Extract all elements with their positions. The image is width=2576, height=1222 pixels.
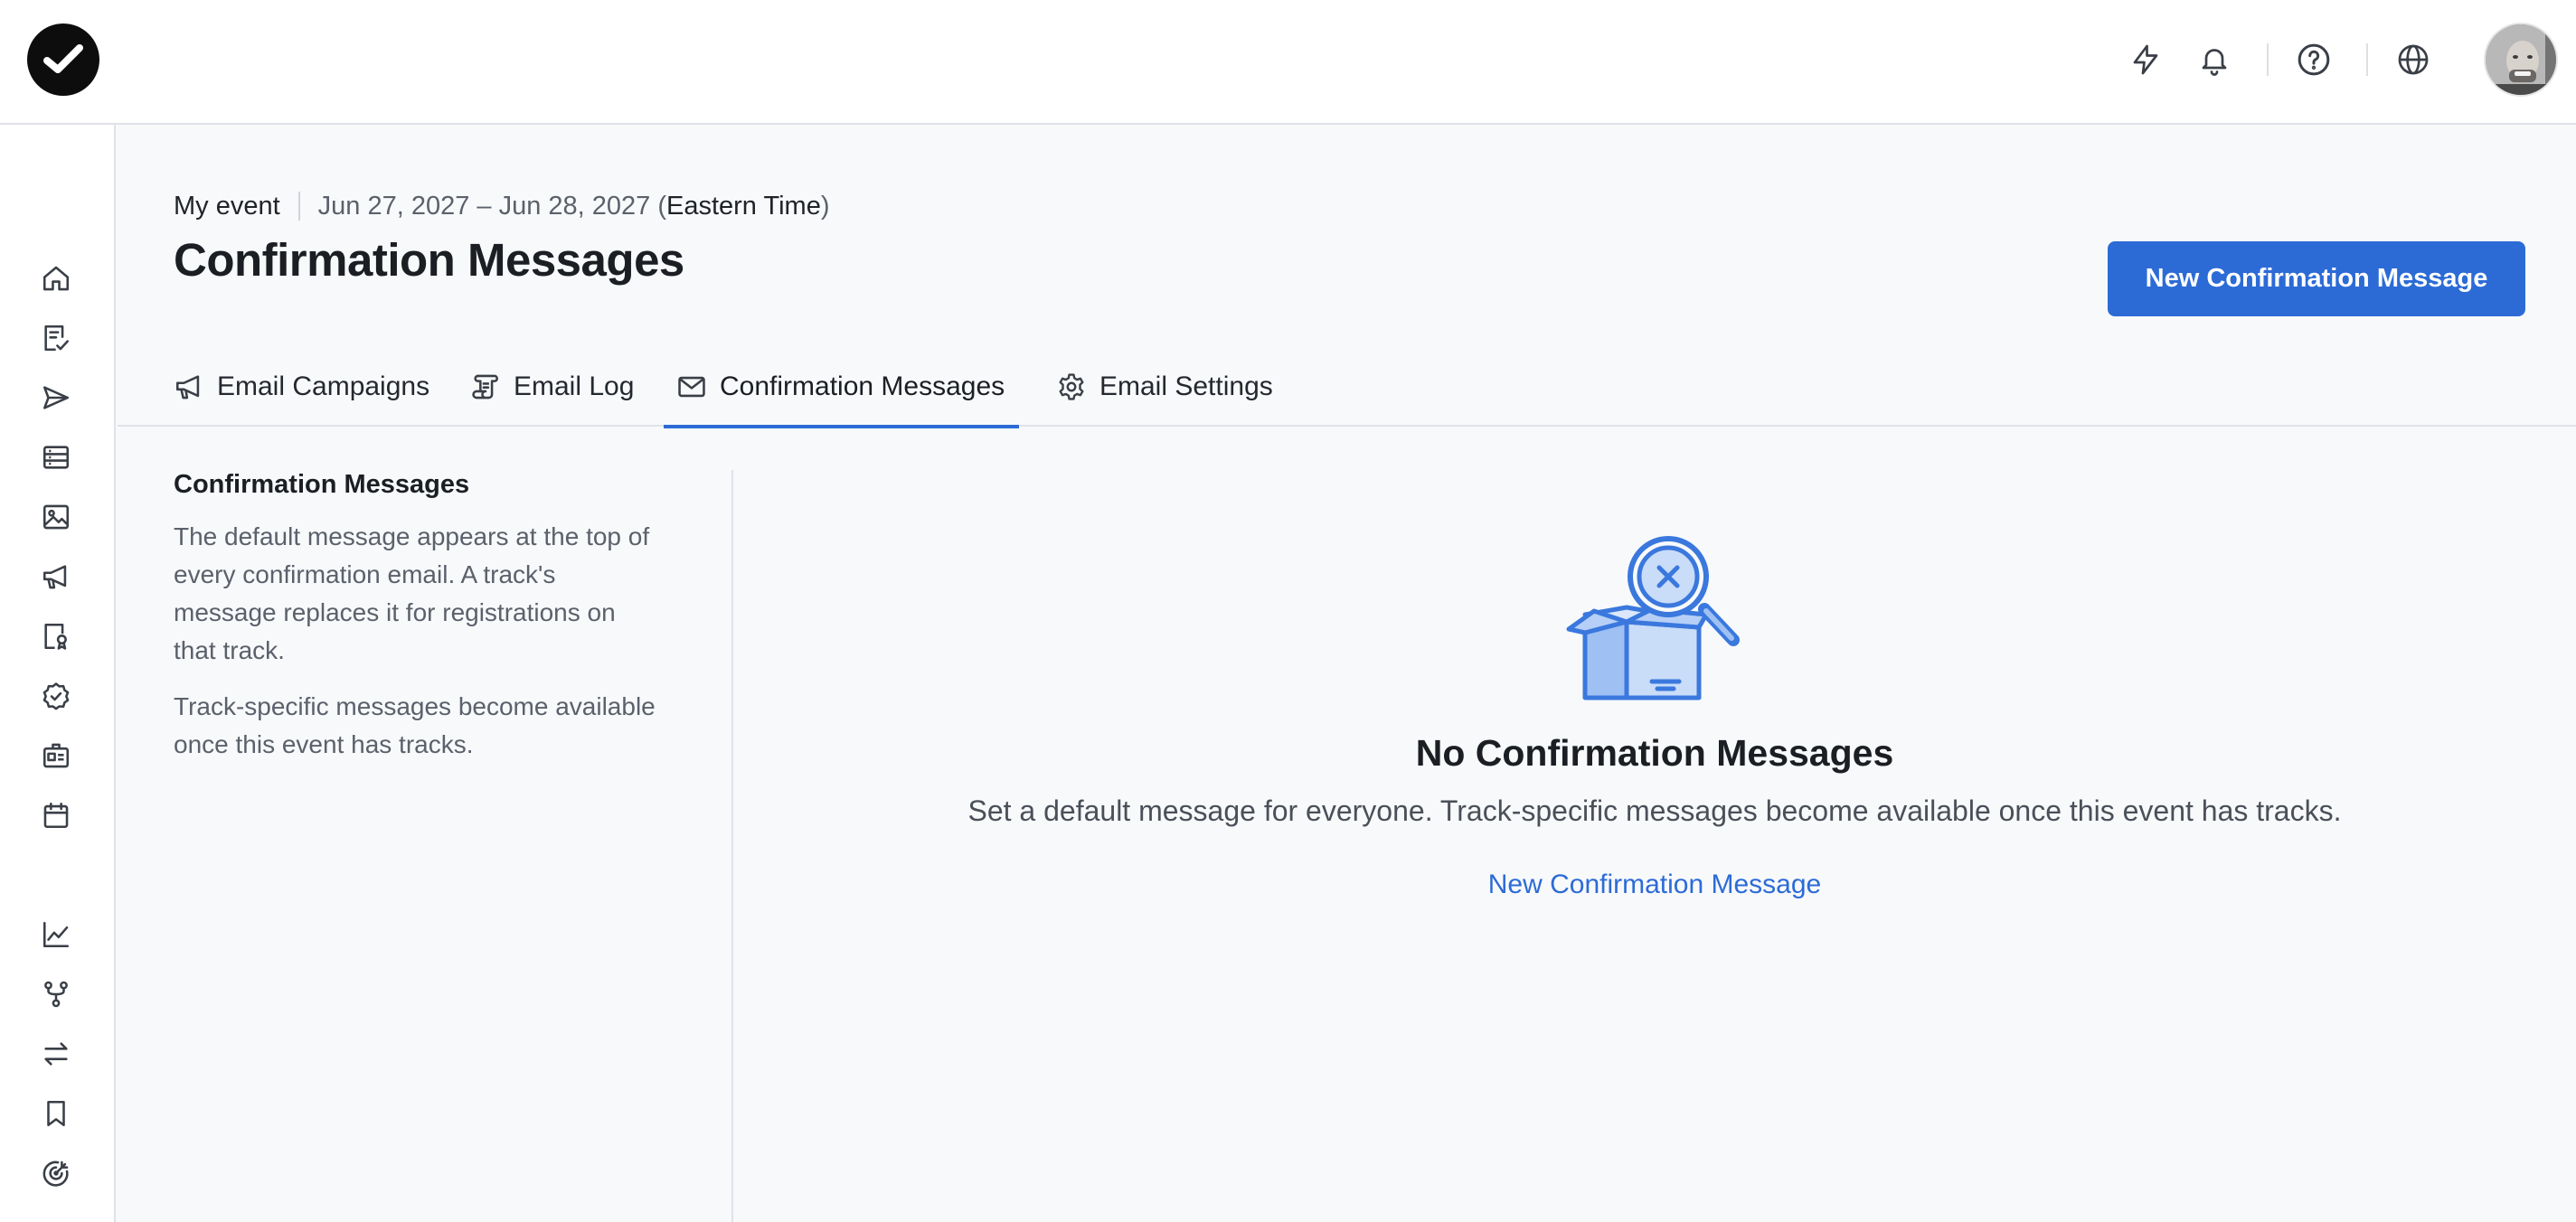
tab-label: Email Log bbox=[514, 371, 635, 401]
verified-icon[interactable] bbox=[36, 676, 76, 716]
toolbar-divider bbox=[2366, 43, 2368, 76]
description-title: Confirmation Messages bbox=[174, 470, 470, 499]
lightning-icon[interactable] bbox=[2120, 34, 2171, 85]
home-icon[interactable] bbox=[36, 258, 76, 298]
user-photo-icon bbox=[2486, 24, 2556, 95]
active-tab-indicator bbox=[664, 425, 1020, 428]
gear-icon bbox=[1056, 371, 1087, 402]
event-timezone-paren-close: ) bbox=[820, 191, 830, 221]
list-icon[interactable] bbox=[36, 437, 76, 477]
page-title: Confirmation Messages bbox=[174, 234, 684, 286]
chart-icon[interactable] bbox=[36, 915, 76, 954]
megaphone-icon bbox=[174, 371, 204, 402]
tab-label: Confirmation Messages bbox=[720, 371, 1005, 401]
image-icon[interactable] bbox=[36, 497, 76, 537]
event-timezone: Eastern Time bbox=[665, 191, 821, 221]
tab-email-settings[interactable]: Email Settings bbox=[1056, 347, 1273, 427]
empty-state: No Confirmation Messages Set a default m… bbox=[733, 533, 2576, 900]
description-panel: Confirmation Messages The default messag… bbox=[174, 470, 662, 782]
event-name[interactable]: My event bbox=[174, 192, 280, 221]
badge-icon[interactable] bbox=[36, 616, 76, 656]
tab-label: Email Settings bbox=[1099, 371, 1273, 401]
avatar[interactable] bbox=[2484, 23, 2558, 97]
breadcrumb-divider bbox=[297, 192, 300, 221]
top-bar bbox=[0, 0, 2576, 125]
help-icon[interactable] bbox=[2288, 34, 2339, 85]
calendar-icon[interactable] bbox=[36, 795, 76, 835]
megaphone-icon[interactable] bbox=[36, 557, 76, 597]
target-icon[interactable] bbox=[36, 1153, 76, 1193]
branch-icon[interactable] bbox=[36, 974, 76, 1014]
tab-bar: Email Campaigns Email Log Confirmation M… bbox=[118, 347, 2576, 428]
empty-state-title: No Confirmation Messages bbox=[1415, 732, 1894, 774]
event-timezone-paren-open: ( bbox=[657, 191, 666, 221]
scroll-icon bbox=[470, 371, 501, 402]
bell-icon[interactable] bbox=[2189, 34, 2240, 85]
empty-box-search-icon bbox=[1566, 536, 1740, 700]
new-confirmation-message-button[interactable]: New Confirmation Message bbox=[2108, 241, 2525, 316]
description-paragraph: The default message appears at the top o… bbox=[174, 522, 650, 664]
event-dates: Jun 27, 2027 – Jun 28, 2027 bbox=[317, 191, 651, 221]
envelope-icon bbox=[676, 371, 707, 402]
new-confirmation-message-link[interactable]: New Confirmation Message bbox=[1488, 870, 1821, 900]
tab-label: Email Campaigns bbox=[217, 371, 430, 401]
description-paragraph: Track-specific messages become available… bbox=[174, 692, 656, 758]
swap-icon[interactable] bbox=[36, 1034, 76, 1074]
toolbar-divider bbox=[2267, 43, 2269, 76]
event-breadcrumb: My event Jun 27, 2027 – Jun 28, 2027 ( E… bbox=[174, 188, 830, 224]
empty-state-description: Set a default message for everyone. Trac… bbox=[967, 794, 2342, 827]
tab-email-log[interactable]: Email Log bbox=[470, 347, 634, 427]
globe-icon[interactable] bbox=[2388, 34, 2439, 85]
app-logo[interactable] bbox=[27, 24, 99, 96]
top-actions bbox=[2109, 22, 2558, 98]
bookmark-icon[interactable] bbox=[36, 1094, 76, 1133]
left-nav-rail bbox=[0, 125, 116, 1222]
tab-confirmation-messages[interactable]: Confirmation Messages bbox=[664, 347, 1020, 428]
checklist-icon[interactable] bbox=[36, 318, 76, 358]
tab-email-campaigns[interactable]: Email Campaigns bbox=[174, 347, 429, 427]
check-logo-icon bbox=[43, 44, 83, 73]
send-icon[interactable] bbox=[36, 378, 76, 418]
id-card-icon[interactable] bbox=[36, 736, 76, 776]
